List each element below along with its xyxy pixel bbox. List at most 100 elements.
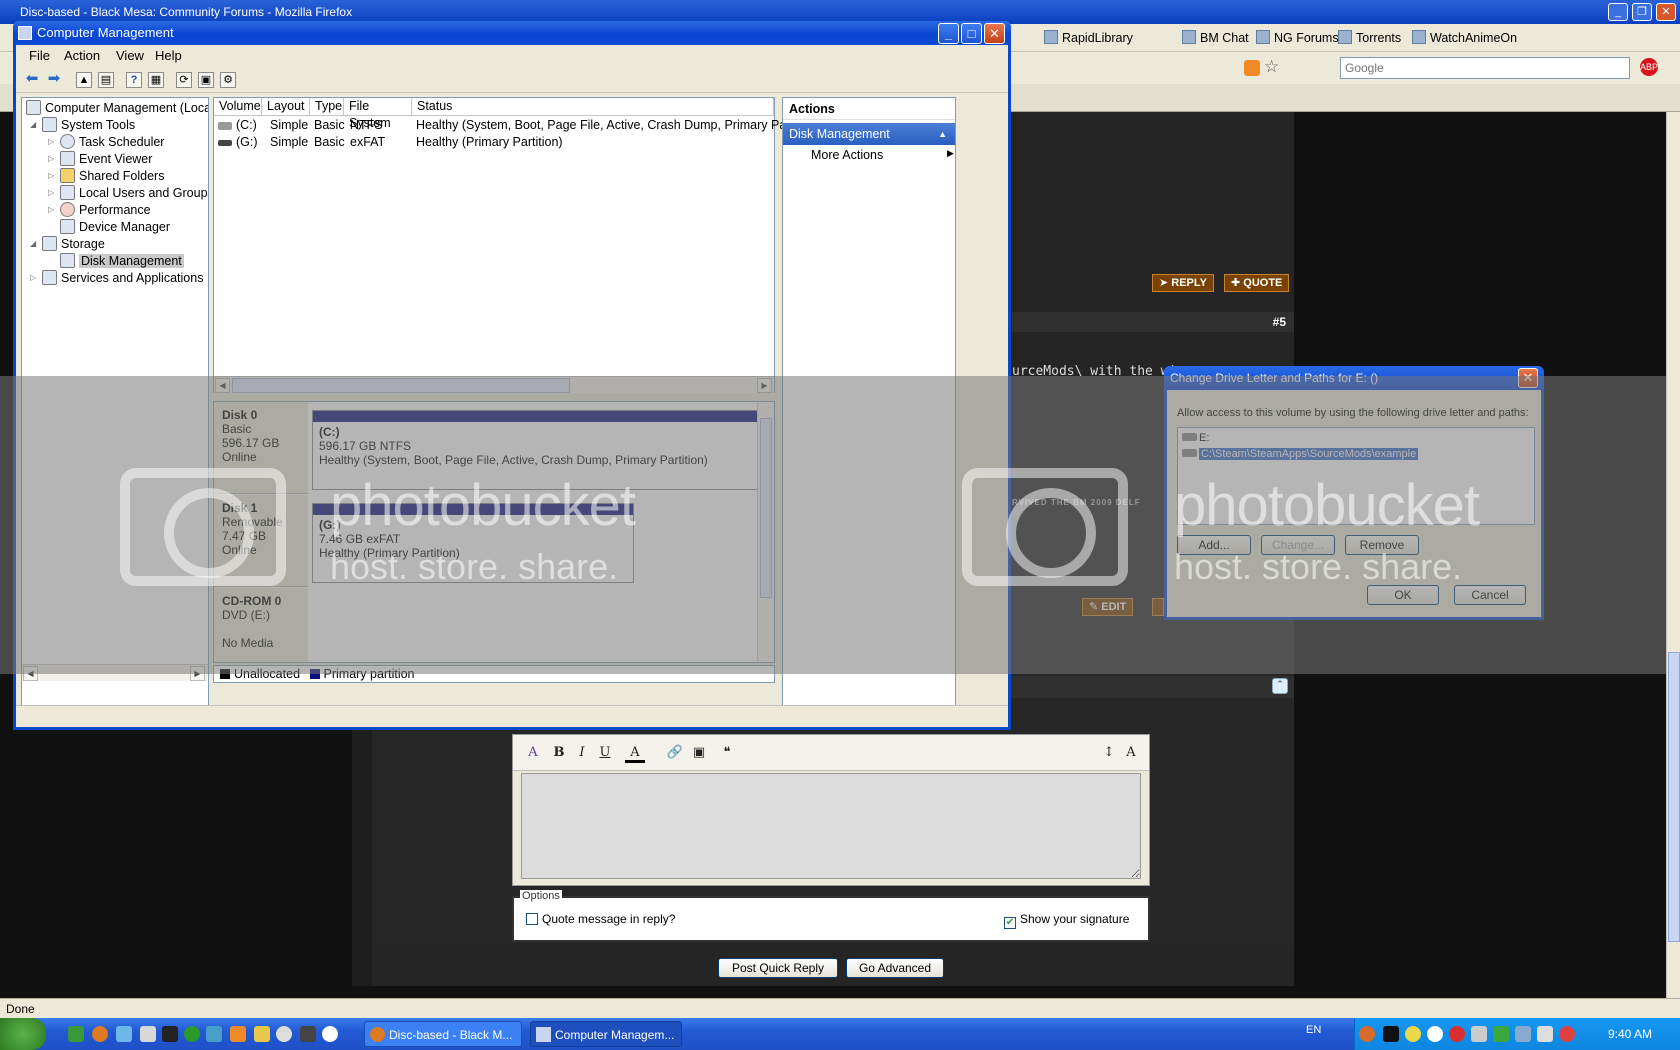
tree-storage[interactable]: Storage xyxy=(42,236,105,251)
path-item[interactable]: C:\Steam\SteamApps\SourceMods\example xyxy=(1182,448,1419,460)
quicklaunch-icon[interactable] xyxy=(184,1026,200,1042)
quicklaunch-icon[interactable] xyxy=(276,1026,292,1042)
disk-0-label[interactable]: Disk 0 Basic 596.17 GB Online xyxy=(214,402,308,494)
disk-1-label[interactable]: Disk 1 Removable 7.47 GB Online xyxy=(214,495,308,587)
show-hide-tree-icon[interactable]: ▤ xyxy=(98,72,114,88)
tree-device-manager[interactable]: Device Manager xyxy=(60,219,170,234)
tray-icon[interactable] xyxy=(1383,1026,1399,1042)
expand-icon[interactable]: ▷ xyxy=(48,171,54,180)
back-icon[interactable]: ⬅ xyxy=(24,71,40,88)
task-computer-management[interactable]: Computer Managem... xyxy=(530,1021,682,1047)
quote-button-2[interactable] xyxy=(1152,598,1164,616)
tree-services[interactable]: Services and Applications xyxy=(42,270,203,285)
go-advanced-button[interactable]: Go Advanced xyxy=(846,958,944,978)
disk-scrollbar[interactable] xyxy=(757,402,774,662)
collapse-icon[interactable]: ▲ xyxy=(938,123,947,145)
close-icon[interactable]: ✕ xyxy=(1518,368,1538,388)
font-color-icon[interactable]: A xyxy=(625,743,645,763)
adblock-icon[interactable]: ABP xyxy=(1640,58,1658,76)
tray-icon[interactable] xyxy=(1471,1026,1487,1042)
steam-icon[interactable] xyxy=(162,1026,178,1042)
star-icon[interactable]: ☆ xyxy=(1264,57,1279,77)
search-input[interactable] xyxy=(1340,57,1630,79)
quicklaunch-icon[interactable] xyxy=(254,1026,270,1042)
tray-icon[interactable] xyxy=(1405,1026,1421,1042)
language-indicator[interactable]: EN xyxy=(1306,1024,1321,1036)
ok-button[interactable]: OK xyxy=(1367,585,1439,605)
more-actions[interactable]: More Actions ▶ xyxy=(811,148,954,162)
tray-icon[interactable] xyxy=(1493,1026,1509,1042)
list-scrollbar[interactable]: ◀ ▶ xyxy=(214,376,774,393)
expand-icon[interactable]: ▷ xyxy=(48,205,54,214)
task-firefox[interactable]: Disc-based - Black M... xyxy=(364,1021,522,1047)
bookmark-torrents[interactable]: Torrents xyxy=(1338,30,1401,45)
menu-help[interactable]: Help xyxy=(155,48,182,63)
firefox-icon[interactable] xyxy=(92,1026,108,1042)
cdrom-label[interactable]: CD-ROM 0 DVD (E:) No Media xyxy=(214,588,308,662)
quote-option[interactable]: Quote message in reply? xyxy=(526,912,675,926)
actions-disk-management[interactable]: Disk Management ▲ xyxy=(783,123,955,145)
bookmark-watchanimeon[interactable]: WatchAnimeOn xyxy=(1412,30,1517,45)
column-status[interactable]: Status xyxy=(412,98,774,116)
column-layout[interactable]: Layout xyxy=(262,98,310,116)
tree-task-scheduler[interactable]: Task Scheduler xyxy=(60,134,164,149)
forward-icon[interactable]: ➡ xyxy=(46,71,62,88)
quote-checkbox[interactable] xyxy=(526,913,538,925)
tray-icon[interactable] xyxy=(1537,1026,1553,1042)
column-volume[interactable]: Volume xyxy=(214,98,262,116)
bookmark-bm-chat[interactable]: BM Chat xyxy=(1182,30,1249,45)
edit-button[interactable]: ✎ EDIT xyxy=(1082,598,1134,616)
settings-icon[interactable]: ⚙ xyxy=(220,72,236,88)
resize-icon[interactable]: ↕ xyxy=(1099,743,1119,763)
quicklaunch-icon[interactable] xyxy=(322,1026,338,1042)
change-button[interactable]: Change... xyxy=(1261,535,1335,555)
collapse-icon[interactable]: ◢ xyxy=(30,239,36,248)
tree-root[interactable]: Computer Management (Local xyxy=(26,100,208,115)
quicklaunch-icon[interactable] xyxy=(68,1026,84,1042)
export-icon[interactable]: ▣ xyxy=(198,72,214,88)
scroll-left-icon[interactable]: ◀ xyxy=(215,378,230,393)
underline-icon[interactable]: U xyxy=(595,743,615,763)
cancel-button[interactable]: Cancel xyxy=(1454,585,1526,605)
scroll-left-icon[interactable]: ◀ xyxy=(23,666,38,681)
expand-icon[interactable]: ▷ xyxy=(48,188,54,197)
quicklaunch-icon[interactable] xyxy=(206,1026,222,1042)
tree-scrollbar[interactable]: ◀ ▶ xyxy=(22,664,208,681)
scroll-thumb[interactable] xyxy=(232,378,570,393)
start-button[interactable] xyxy=(0,1018,46,1050)
tree-performance[interactable]: Performance xyxy=(60,202,151,217)
page-scrollbar[interactable] xyxy=(1666,112,1680,998)
network-icon[interactable] xyxy=(1515,1026,1531,1042)
bold-icon[interactable]: B xyxy=(549,743,569,763)
italic-icon[interactable]: I xyxy=(572,743,592,763)
table-row[interactable]: (G:) Simple Basic exFAT Healthy (Primary… xyxy=(214,135,774,152)
tree-event-viewer[interactable]: Event Viewer xyxy=(60,151,152,166)
collapse-icon[interactable]: ◢ xyxy=(30,120,36,129)
tray-icon[interactable] xyxy=(1449,1026,1465,1042)
quicklaunch-icon[interactable] xyxy=(116,1026,132,1042)
volume-icon[interactable] xyxy=(1559,1026,1575,1042)
menu-view[interactable]: View xyxy=(116,48,144,63)
path-item[interactable]: E: xyxy=(1182,432,1209,444)
minimize-icon[interactable]: _ xyxy=(938,23,959,44)
add-button[interactable]: Add... xyxy=(1177,535,1251,555)
signature-checkbox[interactable]: ✔ xyxy=(1004,917,1016,929)
reply-textarea[interactable] xyxy=(521,773,1141,879)
expand-icon[interactable]: ▷ xyxy=(48,154,54,163)
expand-icon[interactable]: ▷ xyxy=(48,137,54,146)
collapse-icon[interactable]: ⌃ xyxy=(1272,678,1288,694)
tree-system-tools[interactable]: System Tools xyxy=(42,117,135,132)
help-icon[interactable]: ? xyxy=(126,72,142,88)
post-quick-reply-button[interactable]: Post Quick Reply xyxy=(718,958,838,978)
bookmark-rapidlibrary[interactable]: RapidLibrary xyxy=(1044,30,1133,45)
close-icon[interactable]: ✕ xyxy=(984,23,1005,44)
tray-icon[interactable] xyxy=(1427,1026,1443,1042)
refresh-icon[interactable]: ⟳ xyxy=(176,72,192,88)
menu-action[interactable]: Action xyxy=(64,48,100,63)
properties-icon[interactable]: ▦ xyxy=(148,72,164,88)
switch-mode-icon[interactable]: A xyxy=(1121,743,1141,763)
remove-format-icon[interactable]: A xyxy=(523,743,543,763)
tree-shared-folders[interactable]: Shared Folders xyxy=(60,168,164,183)
quicklaunch-icon[interactable] xyxy=(300,1026,316,1042)
quote-button[interactable]: ✚ QUOTE xyxy=(1224,274,1290,292)
